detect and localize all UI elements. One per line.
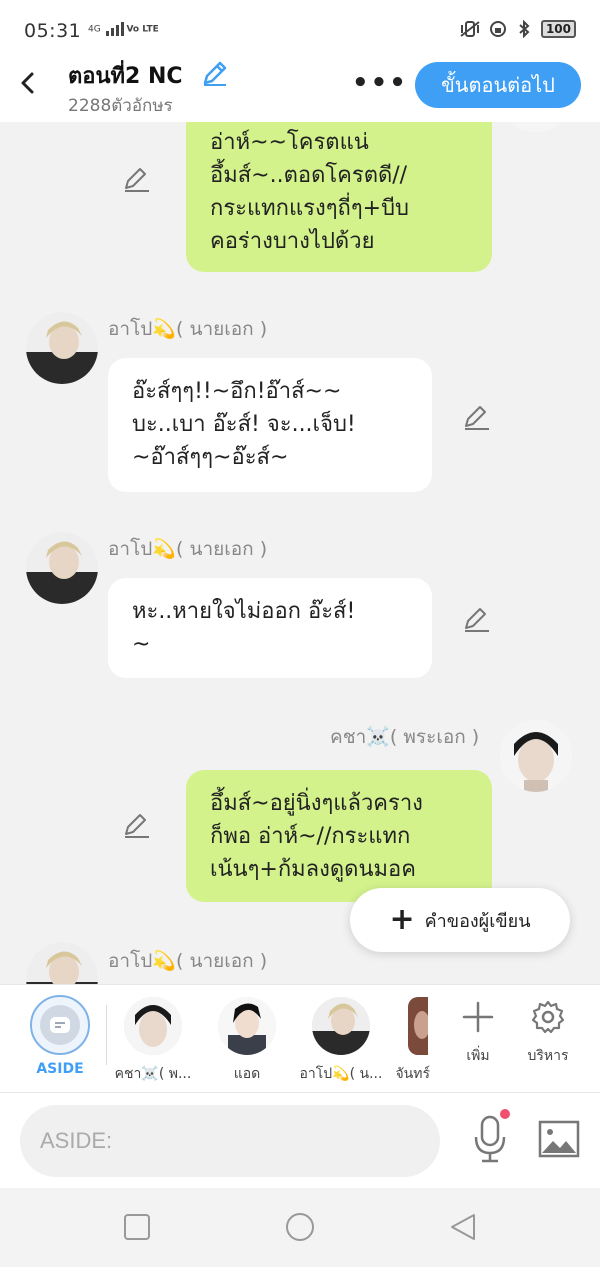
system-nav-bar [0,1188,600,1267]
avatar-apo-image [26,942,98,984]
message-line: บะ..เบา อ๊ะส์! จะ...เจ็บ! [132,412,356,437]
message-line: อึ้มส์~..ตอดโครตดี// [210,163,408,188]
more-options-icon[interactable]: ••• [352,68,408,98]
sender-name: อาโป💫( นายเอก ) [108,318,268,340]
message-bubble[interactable]: อึ้มส์~อยู่นิ่งๆแล้วคราง ก็พอ อ่าห์~//กร… [186,770,492,902]
message-line: อึ้มส์~อยู่นิ่งๆแล้วคราง [210,791,423,816]
character-label: แอด [233,1066,261,1082]
next-step-button[interactable]: ขั้นตอนต่อไป [415,62,581,108]
chat-area[interactable]: อ่าห์~~โครตแน่ อึ้มส์~..ตอดโครตดี// กระแ… [0,122,600,984]
character-label: อาโป💫( น... [299,1066,383,1082]
vibrate-icon [460,21,480,37]
message-line: หะ..หายใจไม่ออก อ๊ะส์! [132,599,356,624]
message-line: อ่าห์~~โครตแน่ [210,130,369,155]
add-character-button[interactable]: เพิ่ม [448,999,508,1067]
message-line: กระแทกแรงๆถี่ๆ+บีบ [210,196,410,221]
battery-indicator: 100 [540,20,576,38]
message-input[interactable] [20,1105,440,1177]
message-icon [50,1017,70,1033]
character-item-kacha[interactable]: คชา☠️( พ... [108,993,198,1085]
back-icon[interactable] [448,1212,478,1242]
message-bubble[interactable]: อ่าห์~~โครตแน่ อึ้มส์~..ตอดโครตดี// กระแ… [186,122,492,272]
avatar-apo[interactable] [26,532,98,604]
character-avatar [218,997,276,1055]
network-label: 4G [88,24,101,35]
recent-apps-icon[interactable] [122,1212,152,1242]
avatar-kacha[interactable] [500,720,572,792]
edit-title-pencil-icon[interactable] [200,58,230,88]
plus-icon: + [389,902,415,937]
back-arrow-icon[interactable] [14,66,44,100]
notification-dot [500,1109,510,1119]
chapter-title: ตอนที่2 NC [68,64,183,89]
author-note-label: คำของผู้เขียน [424,910,531,932]
plus-icon [462,1001,494,1033]
character-avatar [312,997,370,1055]
message-line: เน้นๆ+ก้มลงดูดนมอค [210,857,416,882]
status-time: 05:31 [24,20,82,42]
edit-message-pencil-icon[interactable] [462,604,492,634]
message-line: ก็พอ อ่าห์~//กระแทก [210,824,411,849]
image-icon[interactable] [538,1119,580,1159]
sender-name: อาโป💫( นายเอก ) [108,950,268,972]
character-item-apo[interactable]: อาโป💫( น... [296,993,386,1085]
avatar-apo[interactable] [26,942,98,984]
network-indicator: 4G Vo LTE [88,22,159,36]
manage-label: บริหาร [527,1048,569,1064]
home-icon[interactable] [285,1212,315,1242]
character-count: 2288ตัวอักษร [68,96,173,116]
character-selector-bar: ASIDE คชา☠️( พ... แอด อาโป💫( น... จันทร์… [0,984,600,1092]
microphone-icon[interactable] [470,1113,510,1165]
signal-icon [105,22,124,36]
author-note-button[interactable]: + คำของผู้เขียน [350,888,570,952]
character-avatar [408,997,428,1055]
sender-name: อาโป💫( นายเอก ) [108,538,268,560]
avatar-kacha-image [500,720,572,792]
avatar-kacha-image [500,122,572,132]
sender-name: คชา☠️( พระเอก ) [330,726,480,748]
message-bubble[interactable]: อ๊ะส์ๆๆ!!~อึก!อ๊าส์~~ บะ..เบา อ๊ะส์! จะ.… [108,358,432,492]
gear-icon [531,1000,565,1034]
edit-message-pencil-icon[interactable] [462,402,492,432]
avatar-apo-image [26,312,98,384]
add-label: เพิ่ม [466,1048,490,1064]
volte-label: Vo LTE [126,24,159,35]
character-item-jan[interactable]: จันทร์ [378,993,430,1085]
message-line: ~ [132,632,151,657]
message-input-bar [0,1092,600,1188]
character-avatar [124,997,182,1055]
bluetooth-icon [519,20,530,38]
aside-button[interactable] [30,995,90,1055]
divider [106,1005,107,1065]
dnd-icon [489,21,506,37]
manage-characters-button[interactable]: บริหาร [518,999,578,1067]
message-bubble[interactable]: หะ..หายใจไม่ออก อ๊ะส์! ~ [108,578,432,678]
status-bar: 05:31 4G Vo LTE 100 [0,0,600,56]
app-header: ตอนที่2 NC 2288ตัวอักษร ••• ขั้นตอนต่อไป [0,56,600,122]
aside-label: ASIDE [36,1061,84,1077]
avatar-kacha[interactable] [500,122,572,132]
message-line: ~อ๊าส์ๆๆ~อ๊ะส์~ [132,445,289,470]
character-item-ad[interactable]: แอด [202,993,292,1085]
character-label: คชา☠️( พ... [114,1066,192,1082]
message-line: อ๊ะส์ๆๆ!!~อึก!อ๊าส์~~ [132,379,342,404]
avatar-apo-image [26,532,98,604]
edit-message-pencil-icon[interactable] [122,810,152,840]
character-label: จันทร์ [395,1066,430,1082]
message-line: คอร่างบางไปด้วย [210,229,375,254]
avatar-apo[interactable] [26,312,98,384]
edit-message-pencil-icon[interactable] [122,164,152,194]
